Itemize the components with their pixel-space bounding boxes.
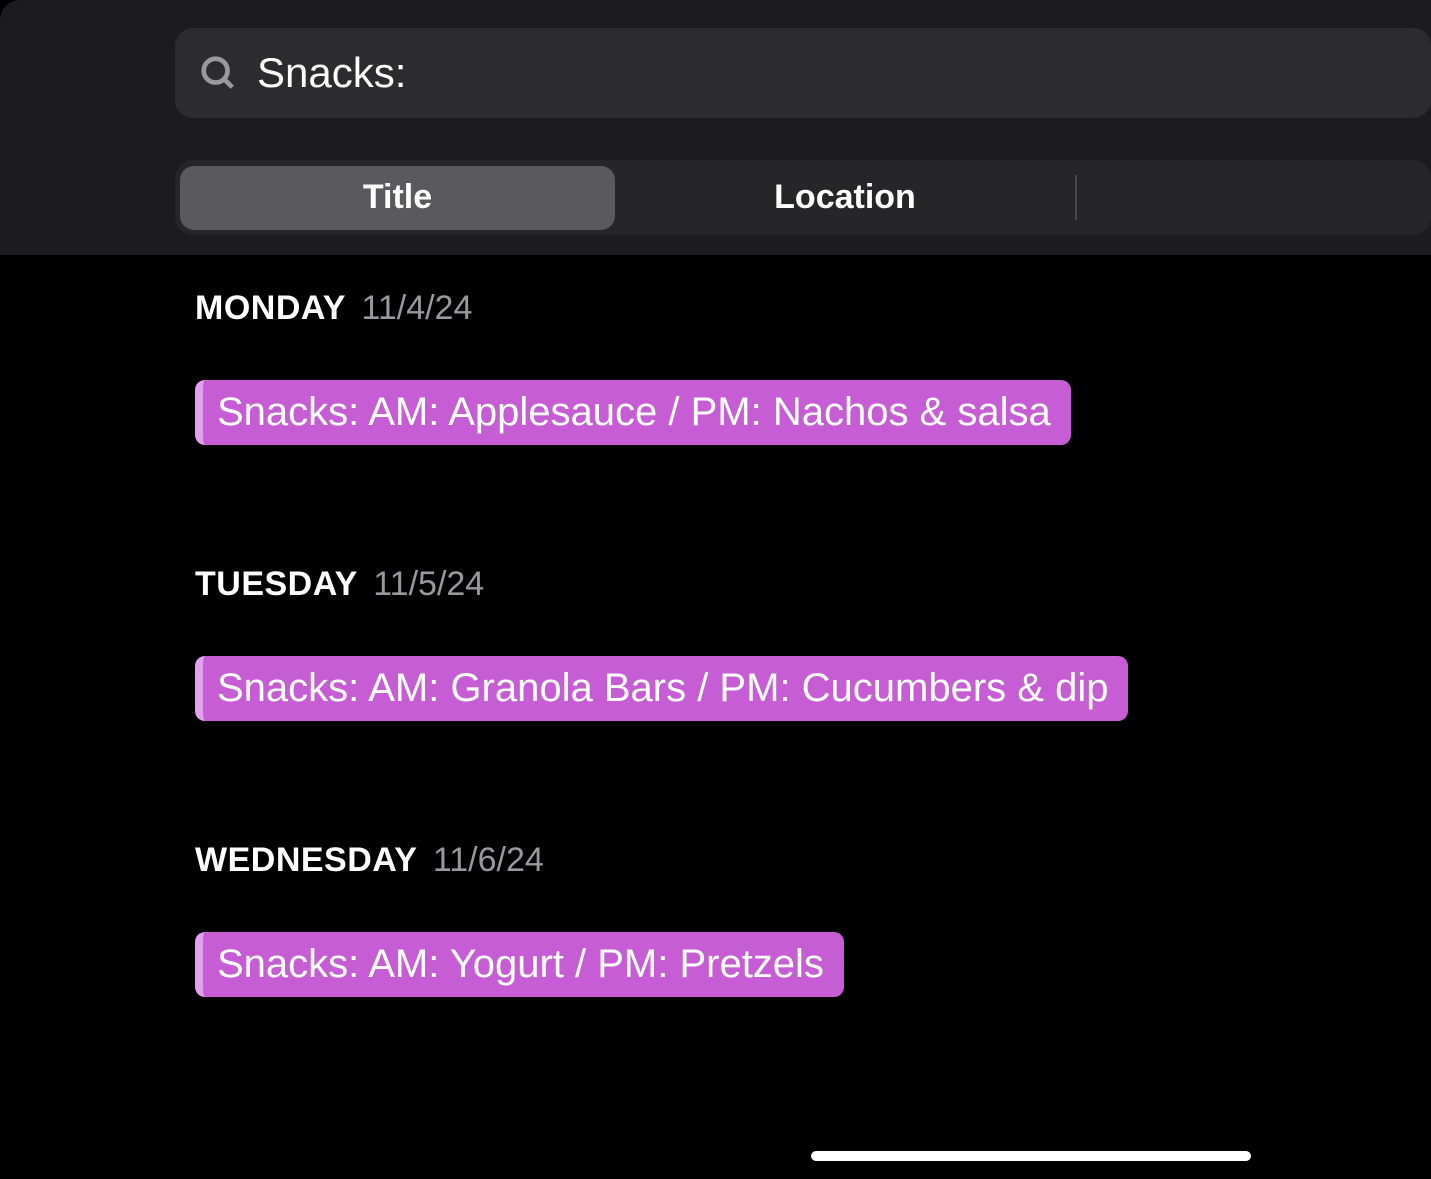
day-date: 11/6/24 xyxy=(433,841,544,879)
tab-location[interactable]: Location xyxy=(615,166,1075,230)
day-date: 11/5/24 xyxy=(373,565,484,603)
tab-location-label: Location xyxy=(774,178,916,217)
day-header: WEDNESDAY 11/6/24 xyxy=(195,841,1431,880)
event-title: Snacks: AM: Yogurt / PM: Pretzels xyxy=(217,942,824,987)
day-group: TUESDAY 11/5/24 Snacks: AM: Granola Bars… xyxy=(195,517,1431,793)
day-header: MONDAY 11/4/24 xyxy=(195,289,1431,328)
search-scope-tabs: Title Location xyxy=(175,160,1431,235)
day-group: MONDAY 11/4/24 Snacks: AM: Applesauce / … xyxy=(195,255,1431,517)
search-input-value: Snacks: xyxy=(257,49,406,97)
event-title: Snacks: AM: Applesauce / PM: Nachos & sa… xyxy=(217,390,1051,435)
top-bar: Snacks: Title Location xyxy=(0,0,1431,255)
search-results: MONDAY 11/4/24 Snacks: AM: Applesauce / … xyxy=(0,255,1431,1069)
day-header: TUESDAY 11/5/24 xyxy=(195,565,1431,604)
event-item[interactable]: Snacks: AM: Yogurt / PM: Pretzels xyxy=(195,932,844,997)
search-field[interactable]: Snacks: xyxy=(175,28,1431,118)
home-indicator[interactable] xyxy=(811,1151,1251,1161)
event-item[interactable]: Snacks: AM: Granola Bars / PM: Cucumbers… xyxy=(195,656,1128,721)
day-date: 11/4/24 xyxy=(361,289,472,327)
search-icon xyxy=(199,54,237,92)
event-item[interactable]: Snacks: AM: Applesauce / PM: Nachos & sa… xyxy=(195,380,1071,445)
day-name: WEDNESDAY xyxy=(195,841,417,879)
day-name: MONDAY xyxy=(195,289,346,327)
tab-title-label: Title xyxy=(363,178,432,217)
day-group: WEDNESDAY 11/6/24 Snacks: AM: Yogurt / P… xyxy=(195,793,1431,1069)
tab-title[interactable]: Title xyxy=(180,166,615,230)
event-title: Snacks: AM: Granola Bars / PM: Cucumbers… xyxy=(217,666,1108,711)
day-name: TUESDAY xyxy=(195,565,358,603)
tab-divider xyxy=(1075,175,1077,220)
